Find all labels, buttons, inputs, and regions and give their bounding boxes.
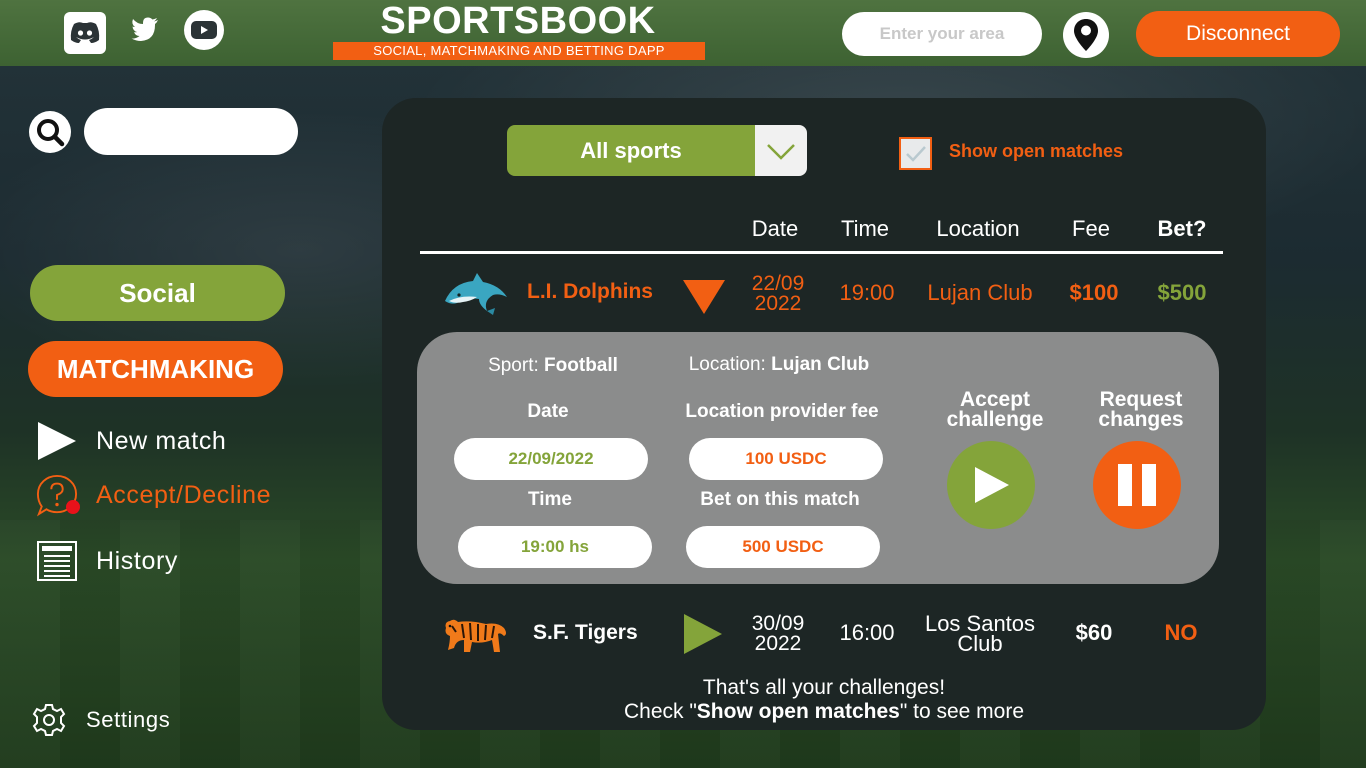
- end-of-list-message: That's all your challenges! Check "Show …: [560, 676, 1088, 724]
- end-message-link[interactable]: Show open matches: [697, 700, 900, 723]
- settings-label: Settings: [86, 707, 171, 732]
- row-bet: NO: [1164, 620, 1198, 645]
- sidebar-item-accept-decline[interactable]: Accept/Decline: [36, 474, 272, 517]
- show-open-matches-label[interactable]: Show open matches: [949, 141, 1123, 162]
- row-date-day: 22/09: [751, 272, 805, 295]
- sidebar-item-history[interactable]: History: [36, 540, 178, 582]
- detail-date-value: 22/09/2022: [454, 438, 648, 480]
- sport-select-value: All sports: [507, 125, 755, 176]
- detail-location-value: Lujan Club: [771, 354, 870, 375]
- header-bet: Bet?: [1157, 216, 1207, 241]
- header-divider: [420, 251, 1223, 254]
- youtube-icon[interactable]: [184, 10, 224, 50]
- map-pin-icon: [1074, 19, 1098, 51]
- detail-sport: Sport: Football: [470, 355, 636, 377]
- sidebar-item-label: New match: [96, 426, 227, 455]
- area-input[interactable]: [842, 12, 1042, 56]
- detail-location-label: Location:: [688, 354, 766, 375]
- header-time: Time: [840, 216, 890, 241]
- disconnect-button[interactable]: Disconnect: [1136, 11, 1340, 57]
- team-name[interactable]: L.I. Dolphins: [527, 280, 653, 304]
- chevron-down-icon[interactable]: [755, 125, 807, 176]
- detail-bet-label: Bet on this match: [700, 489, 860, 510]
- row-time: 16:00: [839, 620, 895, 645]
- brand-subtitle: SOCIAL, MATCHMAKING AND BETTING DAPP: [333, 42, 705, 60]
- detail-time-value: 19:00 hs: [458, 526, 652, 568]
- sidebar-item-new-match[interactable]: New match: [36, 420, 226, 462]
- accept-title-line: challenge: [946, 408, 1044, 431]
- row-location: Los Santos Club: [914, 613, 1046, 656]
- search-icon[interactable]: [29, 111, 71, 153]
- accept-title-line: Accept: [959, 388, 1031, 411]
- gear-icon: [32, 703, 66, 737]
- detail-bet-value: 500 USDC: [686, 526, 880, 568]
- expand-arrow-icon[interactable]: [684, 614, 722, 658]
- accept-challenge-title: Accept challenge: [930, 388, 1060, 431]
- pause-icon: [1118, 464, 1156, 506]
- detail-sport-label: Sport:: [488, 355, 539, 376]
- end-message-line2: Check "Show open matches" to see more: [560, 700, 1088, 724]
- row-fee: $60: [1075, 620, 1113, 645]
- request-title-line: changes: [1098, 408, 1184, 431]
- row-location-line: Club: [957, 631, 1003, 656]
- show-open-matches-checkbox[interactable]: [899, 137, 932, 170]
- tiger-logo-icon: [440, 614, 510, 660]
- row-location: Lujan Club: [927, 280, 1033, 305]
- header-location: Location: [936, 216, 1020, 241]
- brand-title: SPORTSBOOK: [380, 0, 656, 42]
- sport-select[interactable]: All sports: [507, 125, 807, 176]
- sidebar-item-label: Accept/Decline: [96, 480, 272, 509]
- row-time: 19:00: [839, 280, 895, 305]
- header-date: Date: [751, 216, 799, 241]
- detail-fee-value: 100 USDC: [689, 438, 883, 480]
- request-changes-button[interactable]: [1093, 441, 1181, 529]
- question-bubble-icon: [36, 474, 80, 517]
- request-changes-title: Request changes: [1076, 388, 1206, 431]
- notification-dot: [66, 500, 80, 514]
- team-name[interactable]: S.F. Tigers: [533, 621, 638, 645]
- detail-time-label: Time: [527, 489, 572, 510]
- end-message-line1: That's all your challenges!: [702, 676, 946, 699]
- row-date-day: 30/09: [751, 612, 805, 635]
- checkmark-icon: [905, 145, 926, 162]
- location-button[interactable]: [1063, 12, 1109, 58]
- end-message-post: " to see more: [899, 700, 1025, 723]
- row-fee: $100: [1069, 280, 1119, 305]
- row-date: 22/09 2022: [742, 272, 814, 315]
- request-title-line: Request: [1099, 388, 1183, 411]
- social-button[interactable]: Social: [30, 265, 285, 321]
- twitter-icon[interactable]: [130, 14, 160, 44]
- detail-date-label: Date: [527, 401, 569, 422]
- end-message-pre: Check ": [623, 700, 697, 723]
- sidebar-search-input[interactable]: [84, 108, 298, 155]
- settings-link[interactable]: Settings: [32, 703, 170, 737]
- matchmaking-button[interactable]: MATCHMAKING: [28, 341, 283, 397]
- play-icon: [975, 467, 1009, 503]
- detail-sport-value: Football: [544, 355, 618, 376]
- row-date-year: 2022: [754, 292, 802, 315]
- discord-icon[interactable]: [64, 12, 106, 54]
- sidebar-item-label: History: [96, 546, 178, 575]
- row-date-year: 2022: [754, 632, 802, 655]
- dolphin-logo-icon: [443, 271, 511, 321]
- detail-fee-label: Location provider fee: [685, 401, 879, 422]
- header-fee: Fee: [1072, 216, 1110, 241]
- row-date: 30/09 2022: [742, 612, 814, 655]
- accept-challenge-button[interactable]: [947, 441, 1035, 529]
- row-bet: $500: [1157, 280, 1207, 305]
- list-icon: [36, 540, 78, 582]
- play-icon: [36, 420, 78, 462]
- collapse-arrow-icon[interactable]: [683, 280, 725, 318]
- detail-location: Location: Lujan Club: [672, 354, 886, 376]
